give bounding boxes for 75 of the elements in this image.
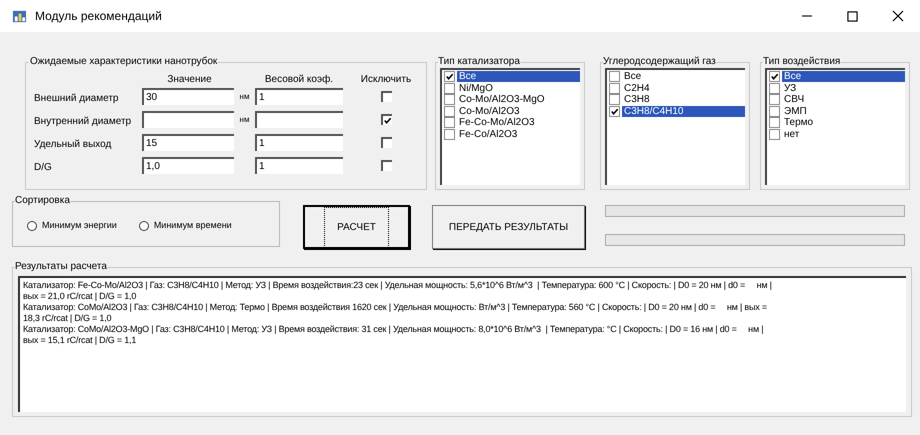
item-checkbox[interactable]: [609, 94, 620, 106]
radio-label[interactable]: Минимум энергии: [42, 219, 117, 233]
unit-label: нм: [240, 90, 250, 102]
field-label: D/G: [34, 161, 53, 175]
close-icon[interactable]: [892, 10, 904, 22]
radio-button[interactable]: [138, 221, 149, 231]
list-item[interactable]: СВЧ: [782, 94, 804, 106]
list-item[interactable]: C3H8: [622, 94, 650, 106]
list-item[interactable]: Все: [622, 71, 642, 82]
exclude-checkbox[interactable]: [380, 114, 392, 125]
weight-field[interactable]: 1: [255, 88, 343, 105]
item-checkbox[interactable]: [444, 71, 455, 82]
item-checkbox[interactable]: [769, 94, 780, 106]
exclude-checkbox[interactable]: [380, 91, 392, 102]
value-field[interactable]: 30: [142, 88, 234, 105]
result-line: Катализатор: CoMo/Al2O3-MgO | Газ: C3H8/C4H10 | Метод: УЗ | Время воздействия: 31 сек | Удельная мощность: 8,0*10^6 Вт/м^3 | Температура: °C | Скорость: | D0 = 16 нм | d0 = нм |: [23, 324, 764, 335]
list-item[interactable]: C3H8/C4H10: [622, 106, 745, 117]
item-checkbox[interactable]: [769, 82, 780, 94]
item-checkbox[interactable]: [609, 71, 620, 82]
list-item[interactable]: Все: [457, 71, 580, 82]
action-button[interactable]: ПЕРЕДАТЬ РЕЗУЛЬТАТЫ: [432, 205, 585, 249]
group-title: Результаты расчета: [15, 261, 107, 273]
list-item[interactable]: Co-Mo/Al2O3-MgO: [457, 94, 545, 106]
column-header: Значение: [166, 72, 213, 86]
group-title: Ожидаемые характеристики нанотрубок: [29, 56, 218, 68]
weight-field[interactable]: [255, 111, 343, 128]
list-item[interactable]: Все: [782, 71, 905, 82]
result-line: Катализатор: CoMo/Al2O3 | Газ: C3H8/C4H10 | Метод: Термо | Время воздействия 1620 сек | Удельная мощность: Вт/м^3 | Температура: 560 °C | Скорость: | D0 = 20 нм | d0 = нм | вых =: [23, 302, 767, 313]
list-item[interactable]: ЭМП: [782, 106, 807, 117]
list-item[interactable]: Fe-Co-Mo/Al2O3: [457, 117, 535, 128]
group-title: Тип воздействия: [763, 56, 840, 68]
weight-field[interactable]: 1: [255, 134, 343, 151]
list-item[interactable]: Co-Mo/Al2O3: [457, 106, 520, 117]
field-label: Внутренний диаметр: [34, 115, 132, 129]
result-line: 18,3 rC/rcat | D/G = 1,0: [23, 313, 112, 324]
item-checkbox[interactable]: [769, 106, 780, 117]
field-label: Внешний диаметр: [34, 92, 120, 106]
value-field[interactable]: [142, 111, 234, 128]
result-line: вых = 21,0 rC/rcat | D/G = 1,0: [23, 291, 136, 302]
list-item[interactable]: C2H4: [622, 82, 650, 94]
unit-label: нм: [240, 114, 250, 126]
weight-field[interactable]: 1: [255, 157, 343, 174]
item-checkbox[interactable]: [769, 117, 780, 128]
window-title: Модуль рекомендаций: [35, 8, 162, 25]
item-checkbox[interactable]: [609, 82, 620, 94]
action-button[interactable]: РАСЧЕТ: [303, 205, 410, 249]
list-item[interactable]: Ni/MgO: [457, 82, 493, 94]
list-item[interactable]: нет: [782, 128, 800, 140]
list-item[interactable]: Термо: [782, 117, 814, 128]
item-checkbox[interactable]: [444, 94, 455, 106]
column-header: Исключить: [360, 72, 412, 86]
app-icon: [12, 8, 27, 24]
radio-label[interactable]: Минимум времени: [154, 219, 232, 233]
field-label: Удельный выход: [34, 138, 112, 152]
item-checkbox[interactable]: [444, 117, 455, 128]
group-title: Сортировка: [15, 195, 70, 207]
value-field[interactable]: 1,0: [142, 157, 234, 174]
radio-button[interactable]: [27, 221, 37, 231]
item-checkbox[interactable]: [444, 128, 455, 140]
maximize-icon[interactable]: [847, 10, 858, 22]
group-title: Тип катализатора: [438, 56, 520, 68]
column-header: Весовой коэф.: [264, 72, 334, 86]
list-item[interactable]: УЗ: [782, 82, 796, 94]
exclude-checkbox[interactable]: [380, 137, 392, 148]
result-line: вых = 15,1 rC/rcat | D/G = 1,1: [23, 335, 136, 346]
group-title: Углеродсодержащий газ: [603, 56, 716, 68]
value-field[interactable]: 15: [142, 134, 234, 151]
item-checkbox[interactable]: [609, 106, 620, 117]
list-item[interactable]: Fe-Co/Al2O3: [457, 128, 518, 140]
item-checkbox[interactable]: [769, 128, 780, 140]
exclude-checkbox[interactable]: [380, 160, 392, 171]
result-line: Катализатор: Fe-Co-Mo/Al2O3 | Газ: C3H8/C4H10 | Метод: УЗ | Время воздействия:23 сек | Удельная мощность: 5,6*10^6 Вт/м^3 | Температура: 600 °C | Скорость: | D0 = 20 нм | d0 = нм |: [23, 280, 772, 291]
item-checkbox[interactable]: [769, 71, 780, 82]
item-checkbox[interactable]: [444, 82, 455, 94]
item-checkbox[interactable]: [444, 106, 455, 117]
